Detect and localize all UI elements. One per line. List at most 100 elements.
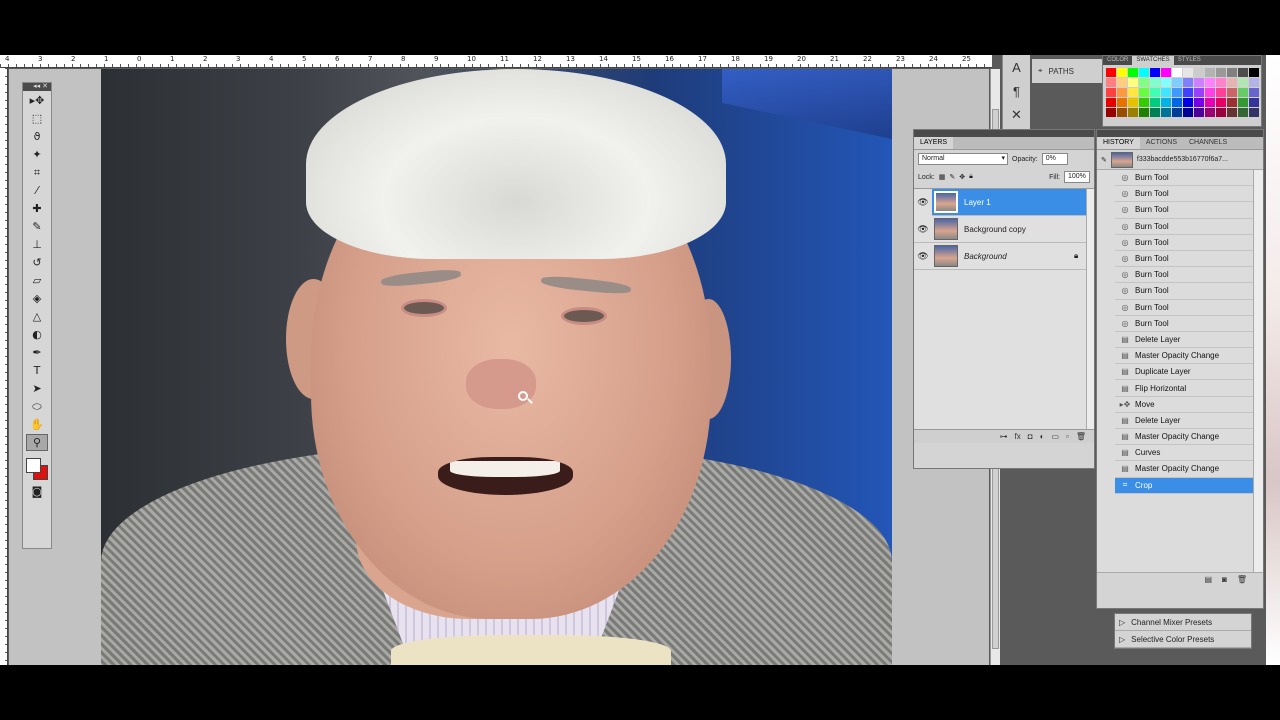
color-swatch[interactable] xyxy=(1172,108,1182,117)
color-swatch[interactable] xyxy=(1183,78,1193,87)
color-swatch[interactable] xyxy=(1227,78,1237,87)
color-swatch[interactable] xyxy=(1238,108,1248,117)
color-swatch[interactable] xyxy=(1106,108,1116,117)
type-tool-icon[interactable]: T xyxy=(26,362,48,379)
layer-row[interactable]: 👁︎ Layer 1 xyxy=(914,188,1094,216)
tab-swatches[interactable]: SWATCHES xyxy=(1132,56,1174,65)
history-state[interactable]: ▤ Master Opacity Change xyxy=(1115,461,1263,478)
history-brush-source-icon[interactable]: ✎ xyxy=(1101,156,1107,164)
color-swatch[interactable] xyxy=(1238,68,1248,77)
color-swatch[interactable] xyxy=(1150,88,1160,97)
history-scrollbar[interactable] xyxy=(1253,170,1263,572)
color-swatch[interactable] xyxy=(1128,108,1138,117)
tools-preset-icon[interactable]: ✕ xyxy=(1003,103,1030,127)
color-swatch[interactable] xyxy=(1216,78,1226,87)
layer-list-scrollbar[interactable] xyxy=(1086,189,1094,429)
color-swatch[interactable] xyxy=(1194,108,1204,117)
color-swatch[interactable] xyxy=(1117,68,1127,77)
history-state[interactable]: ▤ Duplicate Layer xyxy=(1115,364,1263,381)
eyedropper-tool-icon[interactable]: ⁄ xyxy=(26,182,48,199)
horizontal-ruler[interactable]: 4 3 2 1 0 1 2 3 4 5 6 7 8 9 10 11 12 13 14 15 16 17 18 19 20 21 22… xyxy=(0,55,992,68)
color-swatch[interactable] xyxy=(1117,88,1127,97)
clone-stamp-tool-icon[interactable]: ⊥ xyxy=(26,236,48,253)
visibility-eye-icon[interactable]: 👁︎ xyxy=(914,224,932,235)
lock-transparency-icon[interactable]: ▦ xyxy=(939,173,946,181)
visibility-eye-icon[interactable]: 👁︎ xyxy=(914,251,932,262)
history-state[interactable]: ◎ Burn Tool xyxy=(1115,300,1263,316)
history-state[interactable]: ▤ Master Opacity Change xyxy=(1115,348,1263,365)
history-state[interactable]: ▤ Delete Layer xyxy=(1115,413,1263,429)
adjustment-icon[interactable]: ◐ xyxy=(1040,432,1045,441)
tab-layers[interactable]: LAYERS xyxy=(914,137,954,149)
new-document-from-state-icon[interactable]: ▤ xyxy=(1204,575,1212,584)
tab-actions[interactable]: ACTIONS xyxy=(1140,137,1183,149)
healing-brush-tool-icon[interactable]: ✚ xyxy=(26,200,48,217)
tab-color[interactable]: COLOR xyxy=(1103,56,1132,65)
color-swatch[interactable] xyxy=(1238,88,1248,97)
color-swatch[interactable] xyxy=(1139,88,1149,97)
history-state[interactable]: ▤ Flip Horizontal xyxy=(1115,380,1263,397)
move-tool-icon[interactable]: ▸✥ xyxy=(26,92,48,109)
color-swatch[interactable] xyxy=(1172,98,1182,107)
color-swatch[interactable] xyxy=(1227,68,1237,77)
color-swatch[interactable] xyxy=(1139,68,1149,77)
color-swatch[interactable] xyxy=(1194,88,1204,97)
color-swatch[interactable] xyxy=(1106,88,1116,97)
panel-grip[interactable]: ◂◂ ✕ xyxy=(23,83,51,91)
color-swatch[interactable] xyxy=(1161,98,1171,107)
paths-panel-button[interactable]: ⌖ PATHS xyxy=(1032,59,1102,83)
color-swatch[interactable] xyxy=(1128,78,1138,87)
dodge-tool-icon[interactable]: ◐ xyxy=(26,326,48,343)
color-swatch[interactable] xyxy=(1150,78,1160,87)
history-brush-tool-icon[interactable]: ↺ xyxy=(26,254,48,271)
quick-selection-tool-icon[interactable]: ✦ xyxy=(26,146,48,163)
vertical-ruler[interactable] xyxy=(0,68,8,665)
history-state[interactable]: ◎ Burn Tool xyxy=(1115,219,1263,235)
color-swatch[interactable] xyxy=(1161,78,1171,87)
color-swatch[interactable] xyxy=(1150,68,1160,77)
color-swatch[interactable] xyxy=(1128,98,1138,107)
visibility-eye-icon[interactable]: 👁︎ xyxy=(914,188,932,216)
color-swatch[interactable] xyxy=(1139,108,1149,117)
color-swatch[interactable] xyxy=(1238,78,1248,87)
color-swatch[interactable] xyxy=(1128,88,1138,97)
paint-bucket-tool-icon[interactable]: ◈ xyxy=(26,290,48,307)
color-swatch[interactable] xyxy=(1249,68,1259,77)
opacity-field[interactable]: 0% xyxy=(1041,153,1068,165)
color-swatch[interactable] xyxy=(1249,108,1259,117)
color-swatch[interactable] xyxy=(1194,78,1204,87)
crop-tool-icon[interactable]: ⌗ xyxy=(26,164,48,181)
color-swatch[interactable] xyxy=(1194,68,1204,77)
color-swatch[interactable] xyxy=(1139,78,1149,87)
blur-tool-icon[interactable]: △ xyxy=(26,308,48,325)
snapshot-icon[interactable]: ◙ xyxy=(1222,575,1227,584)
color-swatch[interactable] xyxy=(1205,78,1215,87)
link-icon[interactable]: ⊶ xyxy=(1000,432,1008,441)
lock-all-icon[interactable]: 🔒︎ xyxy=(969,173,973,181)
lasso-tool-icon[interactable]: ϑ xyxy=(26,128,48,145)
group-icon[interactable]: ▭ xyxy=(1051,432,1059,441)
color-swatch[interactable] xyxy=(1172,88,1182,97)
brush-tool-icon[interactable]: ✎ xyxy=(26,218,48,235)
tab-history[interactable]: HISTORY xyxy=(1097,137,1140,149)
color-swatch[interactable] xyxy=(1205,98,1215,107)
blend-mode-select[interactable]: Normal xyxy=(918,153,1008,165)
color-swatch[interactable] xyxy=(1216,98,1226,107)
color-swatch[interactable] xyxy=(1249,98,1259,107)
color-swatch[interactable] xyxy=(1161,88,1171,97)
layer-row[interactable]: 👁︎ Background copy xyxy=(914,216,1094,243)
color-swatch[interactable] xyxy=(1216,108,1226,117)
history-state[interactable]: ▤ Curves xyxy=(1115,445,1263,462)
color-swatch[interactable] xyxy=(1183,108,1193,117)
layer-row[interactable]: 👁︎ Background 🔒︎ xyxy=(914,243,1094,270)
color-swatch[interactable] xyxy=(1249,88,1259,97)
panel-title-bar[interactable] xyxy=(914,130,1094,137)
color-swatch[interactable] xyxy=(1238,98,1248,107)
history-state[interactable]: ◎ Burn Tool xyxy=(1115,251,1263,268)
color-swatch[interactable] xyxy=(1117,108,1127,117)
history-state[interactable]: ◎ Burn Tool xyxy=(1115,170,1263,187)
color-swatch[interactable] xyxy=(1216,88,1226,97)
history-state[interactable]: ◎ Burn Tool xyxy=(1115,316,1263,332)
color-swatch[interactable] xyxy=(1128,68,1138,77)
lock-position-icon[interactable]: ✥ xyxy=(959,173,965,181)
